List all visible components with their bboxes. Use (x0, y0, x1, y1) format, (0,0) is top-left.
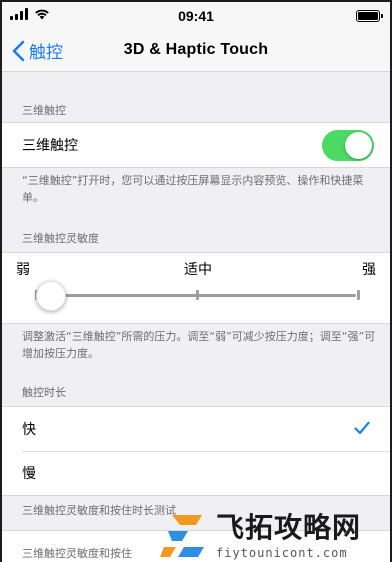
status-time: 09:41 (178, 8, 214, 24)
slider-label-firm: 强 (362, 262, 376, 278)
section-header-3d-touch: 三维触控 (22, 104, 66, 117)
sensitivity-slider-group: 弱 适中 强 (2, 252, 390, 324)
watermark-text: 飞拓攻略网 fiytounicont.com (216, 506, 361, 560)
row-label: 三维触控 (22, 138, 78, 154)
row-3d-touch[interactable]: 三维触控 (2, 123, 390, 167)
cell-group-3d-touch: 三维触控 (2, 122, 390, 168)
watermark: 飞拓攻略网 fiytounicont.com (154, 502, 392, 562)
slider-label-light: 弱 (16, 262, 30, 278)
slider-tick-medium (196, 290, 199, 300)
row-label: 三维触控灵敏度和按住 (22, 547, 132, 560)
navigation-bar: 触控 3D & Haptic Touch (2, 30, 390, 72)
option-label: 快 (22, 422, 36, 438)
checkmark-icon (354, 421, 370, 435)
section-header-test: 三维触控灵敏度和按住时长测试 (22, 504, 176, 517)
slider-label-medium: 适中 (184, 262, 212, 278)
watermark-url: fiytounicont.com (216, 546, 348, 560)
slider-tick-firm (357, 290, 360, 300)
section-footer-sensitivity: 调整激活“三维触控”所需的压力。调至“弱”可减少按压力度；调至“强”可增加按压力… (22, 330, 376, 360)
cell-group-duration: 快 慢 (2, 406, 390, 496)
watermark-title: 飞拓攻略网 (216, 511, 362, 544)
sensitivity-slider-thumb[interactable] (36, 281, 66, 311)
page-title: 3D & Haptic Touch (123, 41, 269, 58)
duration-option-slow[interactable]: 慢 (2, 451, 390, 495)
duration-option-fast[interactable]: 快 (2, 407, 390, 451)
section-header-duration: 触控时长 (22, 386, 66, 399)
section-header-sensitivity: 三维触控灵敏度 (22, 232, 99, 245)
status-bar: 09:41 (2, 2, 390, 30)
watermark-logo-icon (160, 515, 204, 557)
3d-touch-toggle[interactable] (322, 130, 374, 161)
section-footer-3d-touch: “三维触控”打开时，您可以通过按压屏幕显示内容预览、操作和快捷菜单。 (22, 174, 364, 204)
option-label: 慢 (22, 466, 36, 482)
toggle-knob (345, 132, 372, 159)
battery-icon (356, 10, 383, 22)
